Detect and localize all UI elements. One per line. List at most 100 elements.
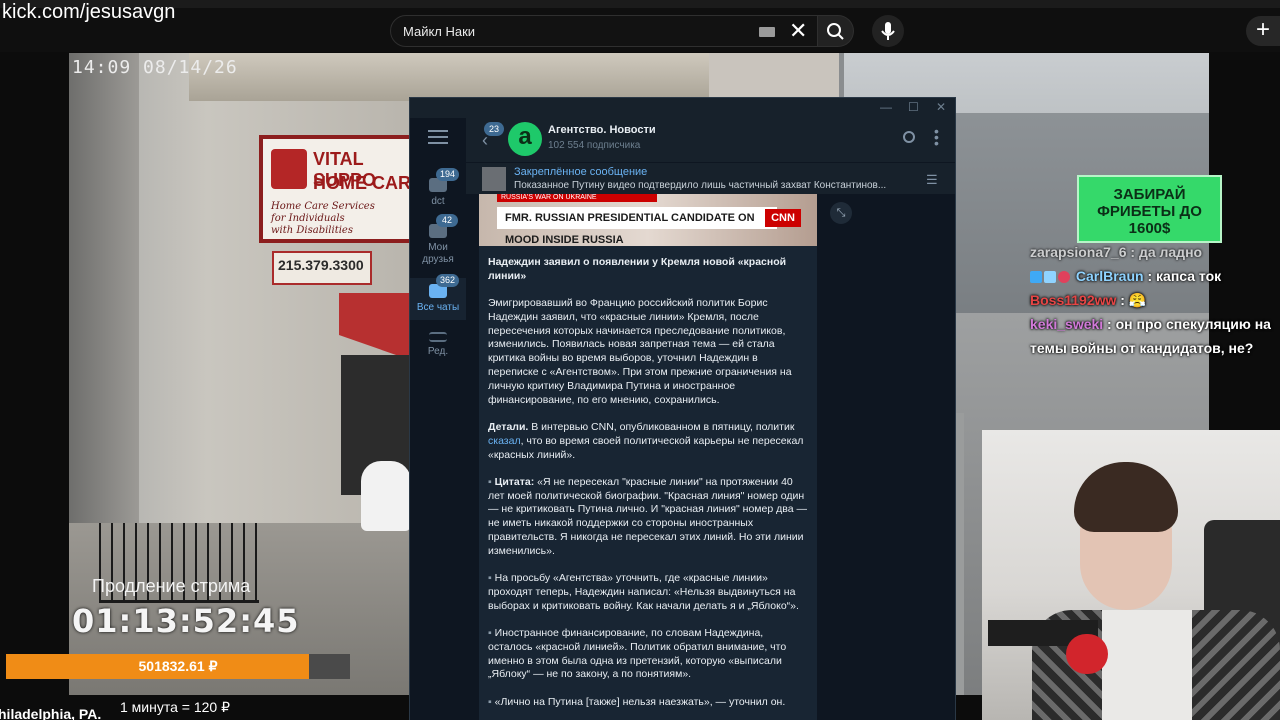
pinned-thumbnail bbox=[482, 167, 506, 191]
flannel-right bbox=[1192, 610, 1280, 720]
donation-progress-bar: 501832.61 ₽ bbox=[6, 654, 350, 679]
paragraph-text: «Я не пересекал "красные линии" на протя… bbox=[488, 475, 807, 557]
news-caption: FMR. RUSSIAN PRESIDENTIAL CANDIDATE ON M… bbox=[497, 207, 777, 246]
chat-text: zarapsiona7_6 : да ладно bbox=[1030, 244, 1203, 260]
donation-rate: 1 минута = 120 ₽ bbox=[120, 699, 231, 715]
expand-icon[interactable]: ⤡ bbox=[830, 202, 852, 224]
channel-name[interactable]: Агентство. Новости bbox=[548, 124, 656, 136]
paragraph-text: , что во время своей политической карьер… bbox=[488, 434, 804, 461]
channel-avatar[interactable]: a bbox=[508, 122, 542, 156]
paragraph-text: Иностранное финансирование, по словам На… bbox=[488, 627, 787, 681]
cnn-logo: CNN bbox=[765, 209, 801, 227]
screen: Майкл Наки ✕ + kick.com/jesusavgn VITAL … bbox=[0, 0, 1280, 720]
folder-all-chats[interactable]: 362 Все чаты bbox=[410, 274, 466, 320]
browser-toolbar: Майкл Наки ✕ + bbox=[0, 0, 1280, 52]
paragraph-text: В интервью CNN, опубликованном в пятницу… bbox=[528, 420, 795, 433]
news-band: RUSSIA'S WAR ON UKRAINE bbox=[497, 194, 657, 202]
camera-location: hiladelphia, PA. bbox=[0, 706, 102, 720]
microphone bbox=[1066, 634, 1108, 674]
message-title: Надеждин заявил о появлении у Кремля нов… bbox=[488, 256, 787, 282]
new-tab-button[interactable]: + bbox=[1246, 16, 1280, 46]
chat-nick[interactable]: keki_sweki bbox=[1030, 316, 1103, 332]
article-link[interactable]: сказал bbox=[488, 435, 521, 447]
chat-message: CarlBraun : капса ток bbox=[1030, 264, 1280, 288]
paragraph-text: «Лично на Путина [также] нельзя наезжать… bbox=[491, 695, 786, 708]
bullet-icon: ▪ bbox=[488, 475, 492, 488]
folder-dct[interactable]: 194 dct bbox=[410, 168, 466, 208]
close-button[interactable]: ✕ bbox=[936, 100, 946, 114]
stream-url-watermark: kick.com/jesusavgn bbox=[2, 1, 176, 23]
folder-label: Все чаты bbox=[416, 302, 460, 313]
chat-text: : 😤 bbox=[1116, 292, 1147, 308]
folder-label: Ред. bbox=[427, 346, 449, 357]
back-unread-count: 23 bbox=[484, 122, 505, 136]
extend-stream-timer: 01:13:52:45 bbox=[72, 602, 300, 640]
microphone-icon bbox=[881, 22, 895, 40]
extend-stream-label: Продление стрима bbox=[92, 576, 251, 596]
more-options-icon[interactable]: • • • bbox=[934, 124, 939, 150]
streamer-hair bbox=[1074, 462, 1178, 532]
phone-number: 215.379.3300 bbox=[278, 257, 364, 273]
chat-nick[interactable]: CarlBraun bbox=[1076, 268, 1144, 284]
window-titlebar: — ☐ ✕ bbox=[410, 98, 955, 118]
stream-chat: zarapsiona7_6 : да ладно CarlBraun : кап… bbox=[1030, 240, 1280, 360]
unread-count: 194 bbox=[436, 168, 460, 181]
message-area: RUSSIA'S WAR ON UKRAINE FMR. RUSSIAN PRE… bbox=[466, 194, 955, 720]
channel-subscribers: 102 554 подписчика bbox=[548, 140, 641, 151]
keyboard-icon[interactable] bbox=[759, 27, 775, 37]
channel-header: ‹ 23 a Агентство. Новости 102 554 подпис… bbox=[466, 118, 955, 162]
chat-message: keki_sweki : он про спекуляцию на темы в… bbox=[1030, 312, 1280, 360]
folder-label: Мои друзья bbox=[422, 242, 454, 265]
badge-icon bbox=[1030, 271, 1042, 284]
chat-nick[interactable]: Boss1192ww bbox=[1030, 292, 1116, 308]
folder-sidebar: 194 dct 42 Мои друзья 362 Все чаты Ред. bbox=[410, 118, 466, 720]
building-cornice bbox=[189, 53, 789, 101]
streamer-webcam bbox=[982, 430, 1280, 720]
storefront-sign: VITAL SUPPO HOME CAR Home Care Services … bbox=[259, 135, 419, 243]
message-paragraph: ▪ Иностранное финансирование, по словам … bbox=[488, 627, 808, 682]
maximize-button[interactable]: ☐ bbox=[908, 100, 919, 114]
pinned-title: Закреплённое сообщение bbox=[514, 166, 648, 178]
donation-amount: 501832.61 ₽ bbox=[138, 658, 218, 674]
phone-sign: 215.379.3300 bbox=[272, 251, 372, 285]
folder-my-friends[interactable]: 42 Мои друзья bbox=[410, 214, 466, 266]
message-bubble: Надеждин заявил о появлении у Кремля нов… bbox=[479, 246, 817, 720]
search-value: Майкл Наки bbox=[403, 24, 476, 39]
message-paragraph: Детали. В интервью CNN, опубликованном в… bbox=[488, 421, 808, 462]
chat-text: : капса ток bbox=[1143, 268, 1222, 284]
chat-message: Boss1192ww : 😤 bbox=[1030, 288, 1280, 312]
message-paragraph: ▪ На просьбу «Агентства» уточнить, где «… bbox=[488, 572, 808, 613]
search-button[interactable] bbox=[818, 15, 854, 47]
paragraph-label: Цитата: bbox=[494, 475, 535, 488]
voice-search-button[interactable] bbox=[872, 15, 904, 47]
folder-label: dct bbox=[431, 196, 445, 207]
sign-line-2: HOME CAR bbox=[313, 173, 411, 193]
clear-search-button[interactable]: ✕ bbox=[789, 19, 807, 43]
message-text: Надеждин заявил о появлении у Кремля нов… bbox=[488, 256, 808, 720]
telegram-window: — ☐ ✕ 194 dct 42 Мои друзья 362 Все чаты bbox=[409, 97, 956, 720]
message-paragraph: ▪ Цитата: «Я не пересекал "красные линии… bbox=[488, 476, 808, 559]
camera-timestamp: 14:09 08/14/26 bbox=[72, 57, 238, 78]
message-paragraph: ▪ «Лично на Путина [также] нельзя наезжа… bbox=[488, 696, 808, 710]
chat-message: zarapsiona7_6 : да ладно bbox=[1030, 240, 1280, 264]
pinned-message-bar[interactable]: Закреплённое сообщение Показанное Путину… bbox=[466, 162, 955, 194]
store-logo bbox=[271, 149, 307, 189]
pinned-text: Показанное Путину видео подтвердило лишь… bbox=[514, 180, 887, 191]
unread-count: 42 bbox=[436, 214, 458, 227]
search-icon bbox=[827, 23, 844, 40]
sign-script: Home Care Services for Individuals with … bbox=[271, 201, 375, 236]
pin-list-icon[interactable]: ☰ bbox=[926, 172, 938, 188]
search-input[interactable]: Майкл Наки ✕ bbox=[390, 15, 818, 47]
paragraph-label: Детали. bbox=[488, 420, 529, 433]
promo-badge[interactable]: ЗАБИРАЙ ФРИБЕТЫ ДО 1600$ bbox=[1077, 175, 1222, 243]
sliders-icon bbox=[429, 332, 447, 342]
unread-count: 362 bbox=[436, 274, 460, 287]
search-icon[interactable] bbox=[903, 131, 915, 143]
badge-icon bbox=[1058, 271, 1070, 284]
video-preview[interactable]: RUSSIA'S WAR ON UKRAINE FMR. RUSSIAN PRE… bbox=[479, 194, 817, 246]
message-paragraph: Эмигрировавший во Францию российский пол… bbox=[488, 297, 792, 406]
badge-icon bbox=[1044, 271, 1056, 284]
folder-edit[interactable]: Ред. bbox=[410, 332, 466, 358]
minimize-button[interactable]: — bbox=[880, 100, 892, 114]
hamburger-menu-icon[interactable] bbox=[428, 130, 448, 144]
